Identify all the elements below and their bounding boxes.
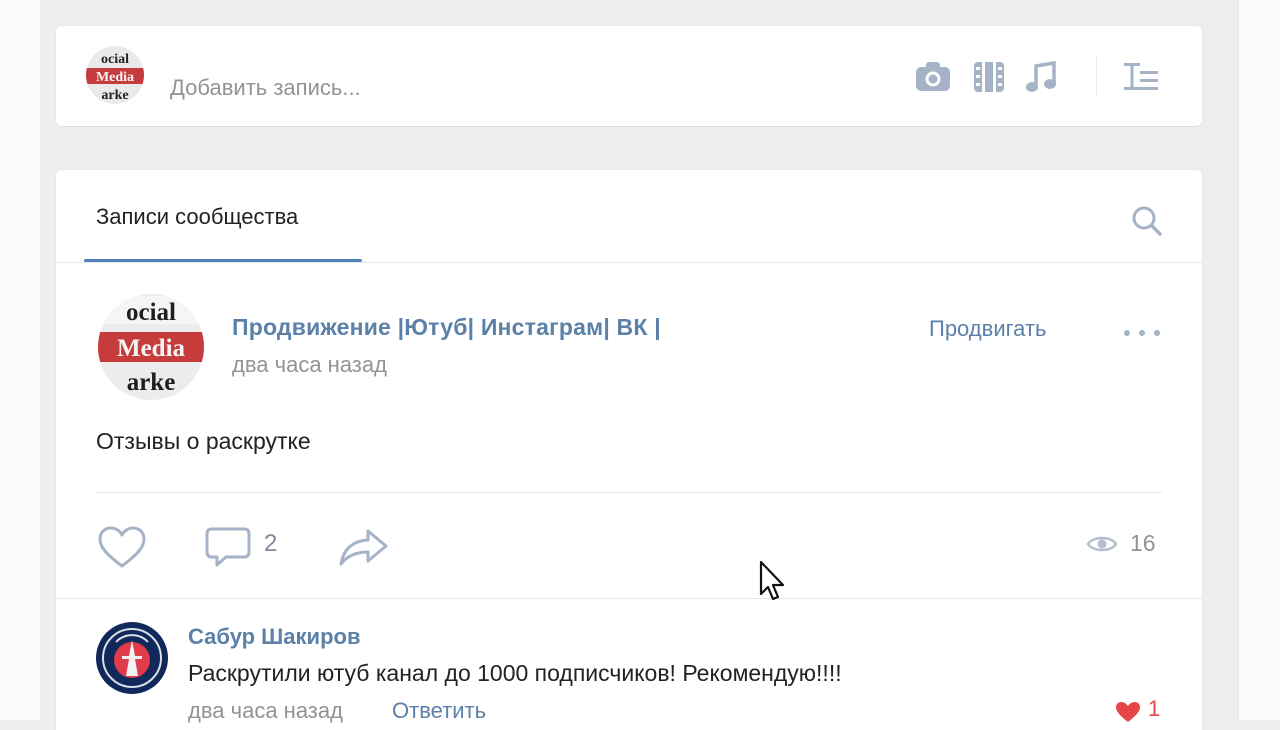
add-post-input[interactable]: Добавить запись...: [170, 75, 361, 101]
promote-button[interactable]: Продвигать: [929, 316, 1046, 342]
avatar-logo-word: ocial: [126, 299, 176, 326]
comment-text: Раскрутили ютуб канал до 1000 подписчико…: [188, 660, 842, 686]
post-text: Отзывы о раскрутке: [96, 428, 311, 454]
mouse-cursor-icon: [759, 560, 785, 601]
avatar-logo-word: arke: [101, 88, 128, 103]
comment-likes-count[interactable]: 1: [1148, 696, 1160, 722]
reply-link[interactable]: Ответить: [392, 698, 486, 724]
post-divider: [96, 492, 1162, 493]
text-format-icon[interactable]: [1122, 59, 1160, 95]
avatar-logo-word: Media: [117, 335, 186, 362]
community-avatar[interactable]: ocial Media arke: [86, 46, 144, 104]
post-author-link[interactable]: Продвижение |Ютуб| Инстаграм| ВК |: [232, 314, 661, 341]
share-icon[interactable]: [338, 527, 390, 567]
views-count: 16: [1130, 530, 1156, 556]
comments-count[interactable]: 2: [264, 530, 277, 558]
avatar-logo-word: ocial: [101, 52, 129, 67]
search-icon[interactable]: [1130, 204, 1164, 238]
like-icon[interactable]: [96, 525, 148, 571]
tab-community-posts[interactable]: Записи сообщества: [96, 204, 298, 230]
post-author-avatar[interactable]: ocial Media arke: [98, 294, 204, 400]
more-options-icon[interactable]: [1122, 328, 1162, 338]
video-icon[interactable]: [970, 59, 1008, 95]
composer-divider: [1096, 54, 1097, 98]
views-eye-icon: [1086, 536, 1118, 552]
tabs-divider: [56, 262, 1202, 263]
post-composer[interactable]: ocial Media arke Добавить запись...: [56, 26, 1202, 126]
camera-icon[interactable]: [914, 59, 952, 95]
comment-icon[interactable]: [204, 525, 252, 569]
avatar-logo-word: arke: [127, 369, 176, 396]
music-icon[interactable]: [1022, 59, 1060, 95]
comment-timestamp[interactable]: два часа назад: [188, 698, 343, 724]
right-scroll-area: [1238, 0, 1280, 720]
avatar-logo-word: Media: [96, 70, 134, 85]
comment-author-link[interactable]: Сабур Шакиров: [188, 624, 360, 650]
post-timestamp[interactable]: два часа назад: [232, 352, 387, 378]
comments-divider: [56, 598, 1202, 599]
community-wall: Записи сообщества ocial Media arke Продв…: [56, 170, 1202, 730]
commenter-avatar[interactable]: [96, 622, 168, 694]
comment-like-icon[interactable]: [1114, 700, 1142, 724]
left-gutter: [0, 0, 40, 720]
